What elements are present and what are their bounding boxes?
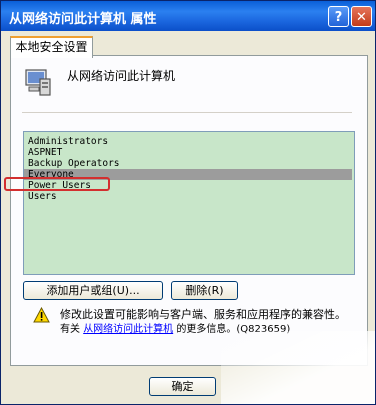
more-info-text: 有关 从网络访问此计算机 的更多信息。(Q823659) <box>60 320 290 335</box>
more-info-prefix: 有关 <box>60 324 80 335</box>
close-button[interactable]: ✕ <box>351 6 372 27</box>
properties-dialog: 从网络访问此计算机 属性 ? ✕ 本地安全设置 从网络访问此计算机 Admini… <box>0 0 376 405</box>
accounts-listbox[interactable]: Administrators ASPNET Backup Operators E… <box>23 131 355 275</box>
add-user-or-group-button[interactable]: 添加用户或组(U)... <box>23 281 163 300</box>
help-button[interactable]: ? <box>328 6 349 27</box>
policy-heading: 从网络访问此计算机 <box>67 69 176 83</box>
title-bar[interactable]: 从网络访问此计算机 属性 ? ✕ <box>1 1 375 31</box>
ok-button[interactable]: 确定 <box>149 377 216 396</box>
list-item[interactable]: Users <box>24 191 352 202</box>
list-item[interactable]: ASPNET <box>24 147 352 158</box>
divider <box>22 112 352 113</box>
window-title: 从网络访问此计算机 属性 <box>9 12 157 27</box>
list-item[interactable]: Administrators <box>24 136 352 147</box>
remove-button[interactable]: 删除(R) <box>171 281 238 300</box>
warning-icon <box>33 307 50 323</box>
annotation-highlight-box <box>4 177 110 191</box>
more-info-suffix: 的更多信息。(Q823659) <box>176 324 291 335</box>
tab-local-security-setting[interactable]: 本地安全设置 <box>10 36 93 58</box>
computer-icon <box>25 69 51 96</box>
list-item[interactable]: Backup Operators <box>24 158 352 169</box>
more-info-link[interactable]: 从网络访问此计算机 <box>83 324 173 335</box>
